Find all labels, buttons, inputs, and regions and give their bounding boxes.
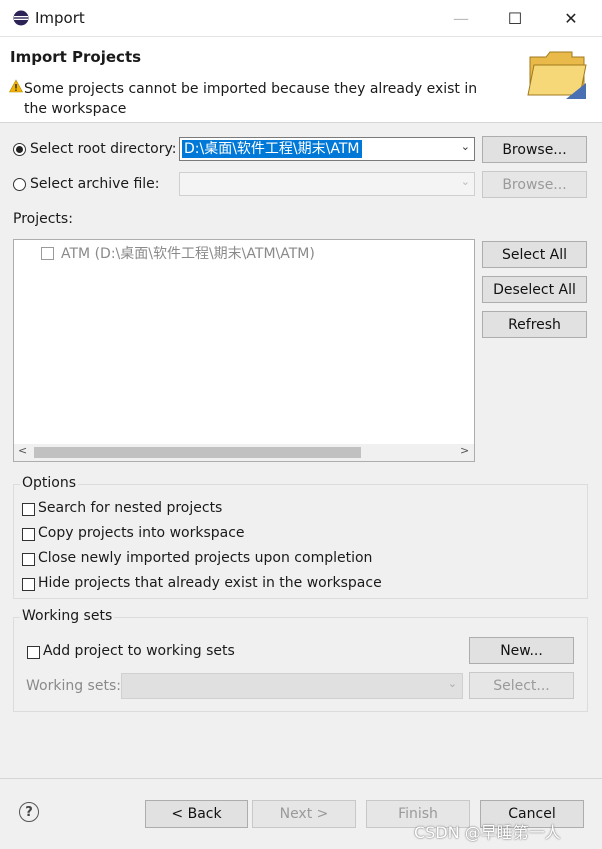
copy-projects-label[interactable]: Copy projects into workspace bbox=[38, 525, 245, 541]
horizontal-scrollbar[interactable]: < > bbox=[14, 444, 474, 461]
projects-list[interactable]: ATM (D:\桌面\软件工程\期末\ATM\ATM) < > bbox=[13, 239, 475, 462]
close-imported-checkbox[interactable] bbox=[22, 553, 35, 566]
copy-projects-checkbox[interactable] bbox=[22, 528, 35, 541]
eclipse-icon bbox=[13, 10, 29, 26]
help-icon[interactable]: ? bbox=[19, 802, 39, 822]
add-working-sets-checkbox[interactable] bbox=[27, 646, 40, 659]
footer-separator bbox=[0, 778, 602, 779]
scroll-left-icon[interactable]: < bbox=[18, 444, 27, 457]
wizard-header: Import Projects Some projects cannot be … bbox=[0, 37, 602, 123]
chevron-down-icon: ⌄ bbox=[447, 677, 457, 690]
deselect-all-button[interactable]: Deselect All bbox=[482, 276, 587, 303]
chevron-down-icon: ⌄ bbox=[460, 175, 470, 188]
warning-icon bbox=[8, 79, 24, 93]
projects-label: Projects: bbox=[13, 211, 73, 227]
back-button[interactable]: < Back bbox=[145, 800, 248, 828]
new-working-set-button[interactable]: New... bbox=[469, 637, 574, 664]
browse-directory-button[interactable]: Browse... bbox=[482, 136, 587, 163]
nested-projects-label[interactable]: Search for nested projects bbox=[38, 500, 222, 516]
help-glyph: ? bbox=[25, 804, 33, 820]
select-working-sets-button: Select... bbox=[469, 672, 574, 699]
archive-file-radio[interactable] bbox=[13, 178, 26, 191]
root-directory-radio[interactable] bbox=[13, 143, 26, 156]
hide-existing-label[interactable]: Hide projects that already exist in the … bbox=[38, 575, 382, 591]
archive-file-label[interactable]: Select archive file: bbox=[30, 176, 160, 192]
project-checkbox[interactable] bbox=[41, 247, 54, 260]
root-directory-combo[interactable]: D:\桌面\软件工程\期末\ATM ⌄ bbox=[179, 137, 475, 161]
page-title: Import Projects bbox=[10, 48, 142, 66]
project-item-label: ATM (D:\桌面\软件工程\期末\ATM\ATM) bbox=[61, 246, 315, 262]
root-directory-label[interactable]: Select root directory: bbox=[30, 141, 177, 157]
minimize-button[interactable]: — bbox=[446, 6, 476, 30]
scroll-right-icon[interactable]: > bbox=[460, 444, 469, 457]
title-bar: Import — ☐ ✕ bbox=[0, 0, 602, 37]
folder-icon bbox=[526, 43, 588, 99]
archive-file-combo: ⌄ bbox=[179, 172, 475, 196]
chevron-down-icon[interactable]: ⌄ bbox=[461, 140, 470, 153]
close-button[interactable]: ✕ bbox=[556, 6, 586, 30]
hide-existing-checkbox[interactable] bbox=[22, 578, 35, 591]
nested-projects-checkbox[interactable] bbox=[22, 503, 35, 516]
scrollbar-thumb[interactable] bbox=[34, 447, 361, 458]
close-imported-label[interactable]: Close newly imported projects upon compl… bbox=[38, 550, 372, 566]
next-button: Next > bbox=[252, 800, 356, 828]
watermark: CSDN @早睡第一人 bbox=[414, 823, 561, 842]
header-message: Some projects cannot be imported because… bbox=[24, 81, 478, 117]
options-title: Options bbox=[20, 475, 79, 491]
select-all-button[interactable]: Select All bbox=[482, 241, 587, 268]
add-working-sets-label[interactable]: Add project to working sets bbox=[43, 643, 235, 659]
maximize-button[interactable]: ☐ bbox=[500, 6, 530, 30]
root-directory-value[interactable]: D:\桌面\软件工程\期末\ATM bbox=[182, 140, 362, 158]
working-sets-combo: ⌄ bbox=[121, 673, 463, 699]
refresh-button[interactable]: Refresh bbox=[482, 311, 587, 338]
browse-archive-button: Browse... bbox=[482, 171, 587, 198]
working-sets-label: Working sets: bbox=[26, 678, 121, 694]
working-sets-title: Working sets bbox=[20, 608, 115, 624]
window-title: Import bbox=[35, 9, 85, 27]
